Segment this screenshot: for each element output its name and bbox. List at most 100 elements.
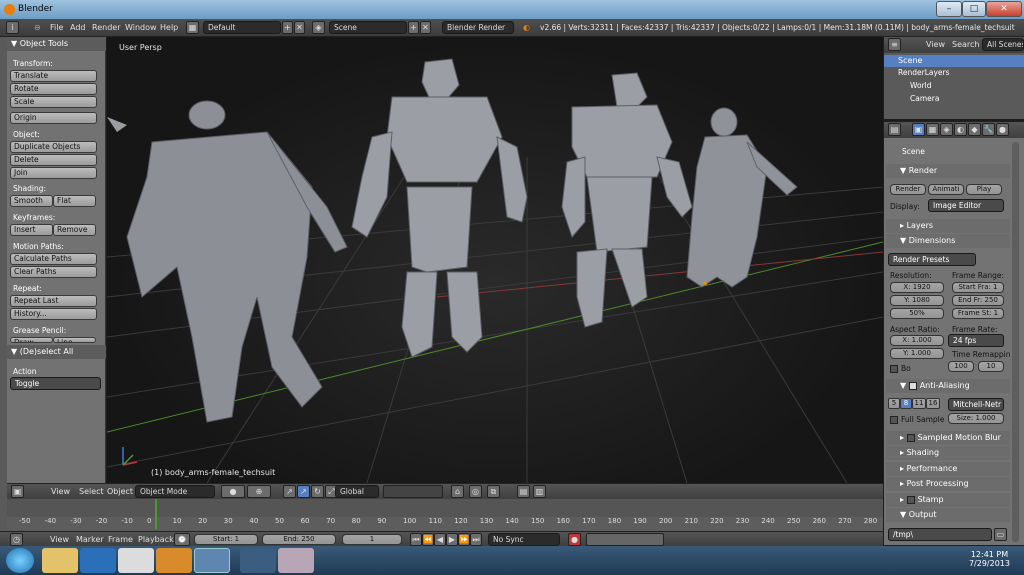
stamp-panel-header[interactable]: ▸ Stamp <box>886 493 1010 507</box>
start-frame-field[interactable]: Start: 1 <box>194 534 258 545</box>
layers-tab-icon[interactable]: ▦ <box>926 123 939 136</box>
pivot-icon[interactable]: ⊕ <box>247 485 271 498</box>
layers-panel-header[interactable]: ▸ Layers <box>886 219 1010 233</box>
motion-blur-panel-header[interactable]: ▸ Sampled Motion Blur <box>886 431 1010 445</box>
menu-help[interactable]: Help <box>160 23 178 32</box>
jump-key-forward-icon[interactable]: ⏩ <box>458 533 470 546</box>
scene-tab-icon[interactable]: ◈ <box>940 123 953 136</box>
dimensions-panel-header[interactable]: ▼ Dimensions <box>886 234 1010 248</box>
explorer-taskbar-icon[interactable] <box>42 548 78 573</box>
remove-scene-button[interactable]: ✕ <box>420 21 431 34</box>
render-tab-icon[interactable]: ▣ <box>912 123 925 136</box>
translate-button[interactable]: Translate <box>10 70 97 82</box>
menu-window[interactable]: Window <box>125 23 157 32</box>
end-frame-prop[interactable]: End Fr: 250 <box>952 295 1004 306</box>
origin-button[interactable]: Origin <box>10 112 97 124</box>
object-tab-icon[interactable]: ◆ <box>968 123 981 136</box>
manipulator-icon[interactable]: ↗ <box>283 485 296 498</box>
screen-layout-icon[interactable]: ▦ <box>186 21 199 34</box>
object-tools-header[interactable]: ▼ Object Tools <box>7 37 106 51</box>
scene-field[interactable]: Scene <box>329 21 407 34</box>
mesh-figure-female[interactable] <box>126 100 348 423</box>
aa-size-field[interactable]: Size: 1.000 <box>948 413 1004 424</box>
view3d-menu-view[interactable]: View <box>51 487 70 496</box>
render-button[interactable]: Render <box>890 184 926 195</box>
translate-manip-icon[interactable]: ↗ <box>297 485 310 498</box>
add-scene-button[interactable]: + <box>408 21 419 34</box>
rotate-button[interactable]: Rotate <box>10 83 97 95</box>
resolution-y-field[interactable]: Y: 1080 <box>890 295 944 306</box>
repeat-last-button[interactable]: Repeat Last <box>10 295 97 307</box>
render-panel-header[interactable]: ▼ Render <box>886 164 1010 178</box>
render-anim-icon[interactable]: ▥ <box>533 485 546 498</box>
flat-button[interactable]: Flat <box>53 195 96 207</box>
full-sample-toggle[interactable]: Full Sample <box>890 415 944 424</box>
outliner-item-world[interactable]: World <box>910 81 932 90</box>
editor-type-icon[interactable]: i <box>6 21 19 34</box>
aspect-x-field[interactable]: X: 1.000 <box>890 335 944 346</box>
aa-samples-5[interactable]: 5 <box>888 398 900 409</box>
timeline-area[interactable]: -50 -40 -30 -20 -10 0 10 20 30 40 50 60 70 80 90 100 110… <box>7 499 883 531</box>
display-select[interactable]: Image Editor <box>928 199 1004 212</box>
start-frame-prop[interactable]: Start Fra: 1 <box>952 282 1004 293</box>
draw-button[interactable]: Draw <box>10 337 53 343</box>
screen-layout-field[interactable]: Default <box>203 21 281 34</box>
anti-aliasing-panel-header[interactable]: ▼ Anti-Aliasing <box>886 379 1010 393</box>
minimize-button[interactable]: – <box>936 1 962 17</box>
remove-keyframe-button[interactable]: Remove <box>53 224 96 236</box>
app-taskbar-icon[interactable] <box>240 548 276 573</box>
outliner-menu-view[interactable]: View <box>926 40 945 49</box>
hp-taskbar-icon[interactable] <box>118 548 154 573</box>
fps-select[interactable]: 24 fps <box>948 334 1004 347</box>
outliner-item-scene[interactable]: Scene <box>884 55 1024 67</box>
join-button[interactable]: Join <box>10 167 97 179</box>
properties-scrollbar[interactable] <box>1012 142 1019 542</box>
delete-button[interactable]: Delete <box>10 154 97 166</box>
collapse-icon[interactable]: ⊖ <box>34 23 41 32</box>
material-tab-icon[interactable]: ● <box>996 123 1009 136</box>
view3d-menu-object[interactable]: Object <box>107 487 133 496</box>
lock-icon[interactable]: ⌂ <box>451 485 464 498</box>
scale-button[interactable]: Scale <box>10 96 97 108</box>
properties-editor-icon[interactable]: ▤ <box>888 123 901 136</box>
maximize-button[interactable]: □ <box>962 1 986 17</box>
outliner-item-renderlayers[interactable]: RenderLayers <box>898 68 950 77</box>
outliner-item-camera[interactable]: Camera <box>910 94 939 103</box>
action-select[interactable]: Toggle <box>10 377 101 390</box>
blender-taskbar-icon[interactable] <box>194 548 230 573</box>
duplicate-objects-button[interactable]: Duplicate Objects <box>10 141 97 153</box>
proportional-icon[interactable]: ◎ <box>469 485 482 498</box>
remap-new-field[interactable]: 10 <box>978 361 1004 372</box>
insert-keyframe-button[interactable]: Insert <box>10 224 53 236</box>
world-tab-icon[interactable]: ◐ <box>954 123 967 136</box>
orientation-select[interactable]: Global <box>335 485 379 498</box>
3d-viewport[interactable]: User Persp (1) body_arms-female_techsuit <box>107 37 883 483</box>
view3d-menu-select[interactable]: Select <box>79 487 104 496</box>
outliner-editor-icon[interactable]: ≡ <box>888 38 901 51</box>
mode-select[interactable]: Object Mode <box>135 485 215 498</box>
play-button[interactable]: Play <box>966 184 1002 195</box>
mesh-figure-female-2[interactable] <box>686 107 798 288</box>
outliner-menu-search[interactable]: Search <box>952 40 979 49</box>
media-taskbar-icon[interactable] <box>156 548 192 573</box>
output-path-field[interactable]: /tmp\ <box>888 528 992 541</box>
performance-panel-header[interactable]: ▸ Performance <box>886 462 1010 476</box>
line-button[interactable]: Line <box>53 337 96 343</box>
mesh-figure-armor-2[interactable] <box>561 72 693 328</box>
modifier-tab-icon[interactable]: 🔧 <box>982 123 995 136</box>
system-clock[interactable]: 12:41 PM 7/29/2013 <box>969 550 1010 568</box>
add-layout-button[interactable]: + <box>282 21 293 34</box>
outliner-filter-select[interactable]: All Scenes <box>982 38 1024 51</box>
end-frame-field[interactable]: End: 250 <box>262 534 336 545</box>
record-icon[interactable]: ● <box>568 533 581 546</box>
clear-paths-button[interactable]: Clear Paths <box>10 266 97 278</box>
play-reverse-icon[interactable]: ◀ <box>434 533 446 546</box>
render-engine-select[interactable]: Blender Render <box>442 21 514 34</box>
output-panel-header[interactable]: ▼ Output <box>886 508 1010 522</box>
aa-samples-11[interactable]: 11 <box>912 398 926 409</box>
remove-layout-button[interactable]: ✕ <box>294 21 305 34</box>
view3d-editor-icon[interactable]: ▣ <box>11 485 24 498</box>
timeline-menu-marker[interactable]: Marker <box>76 535 104 544</box>
start-button[interactable] <box>6 548 34 573</box>
jump-end-icon[interactable]: ⏭ <box>470 533 482 546</box>
